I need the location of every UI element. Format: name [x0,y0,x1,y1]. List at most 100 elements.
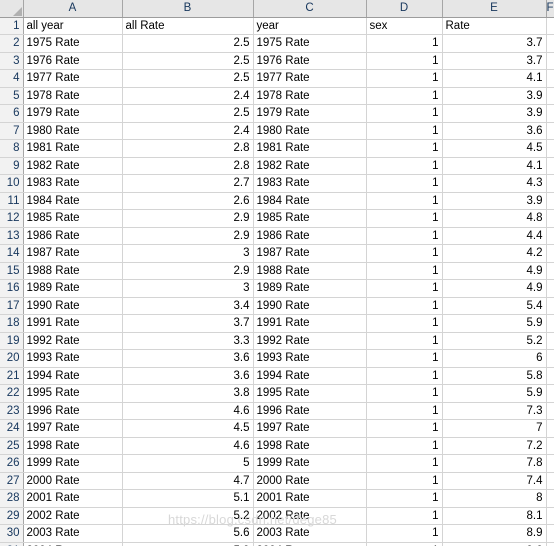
data-cell[interactable]: 1982 Rate [253,157,367,175]
empty-cell[interactable] [546,332,554,350]
data-cell[interactable]: 2003 Rate [253,524,367,543]
data-cell[interactable]: 6 [442,349,547,368]
empty-cell[interactable] [546,69,554,88]
row-header[interactable]: 11 [0,192,24,210]
row-header[interactable]: 19 [0,332,24,350]
column-header-a[interactable]: A [23,0,123,18]
row-header[interactable]: 16 [0,279,24,298]
spreadsheet-grid[interactable]: ABCDEF 1 all year all Rate year sex Rate 2 1975… [0,0,554,546]
data-cell[interactable]: 3.6 [442,122,547,140]
data-cell[interactable]: 1999 Rate [23,454,123,473]
data-cell[interactable]: 1 [366,314,443,333]
column-title-cell[interactable]: all Rate [122,17,254,35]
data-cell[interactable]: 1 [366,507,443,525]
data-cell[interactable]: 7.2 [442,437,547,455]
column-header-c[interactable]: C [253,0,367,18]
data-cell[interactable]: 2.5 [122,34,254,53]
data-cell[interactable]: 1 [366,472,443,490]
data-cell[interactable]: 1 [366,192,443,210]
data-cell[interactable]: 1981 Rate [23,139,123,158]
row-header[interactable]: 22 [0,384,24,403]
row-header[interactable]: 15 [0,262,24,280]
data-cell[interactable]: 5 [122,454,254,473]
data-cell[interactable]: 2.5 [122,69,254,88]
data-cell[interactable]: 1987 Rate [23,244,123,263]
data-cell[interactable]: 1976 Rate [253,52,367,70]
data-cell[interactable]: 1 [366,34,443,53]
data-cell[interactable]: 2.4 [122,87,254,105]
data-cell[interactable]: 4.7 [122,472,254,490]
data-cell[interactable]: 4.1 [442,69,547,88]
data-cell[interactable]: 1987 Rate [253,244,367,263]
data-cell[interactable]: 1 [366,367,443,385]
data-cell[interactable]: 1990 Rate [253,297,367,315]
data-cell[interactable]: 1977 Rate [23,69,123,88]
empty-cell[interactable] [546,349,554,368]
data-cell[interactable]: 3.6 [122,367,254,385]
empty-cell[interactable] [546,17,554,35]
empty-cell[interactable] [546,402,554,420]
row-header[interactable]: 17 [0,297,24,315]
empty-cell[interactable] [546,419,554,438]
data-cell[interactable]: 1 [366,157,443,175]
data-cell[interactable]: 2003 Rate [23,524,123,543]
data-cell[interactable]: 5.9 [442,314,547,333]
row-header[interactable]: 24 [0,419,24,438]
row-header[interactable]: 31 [0,542,24,546]
row-header[interactable]: 25 [0,437,24,455]
data-cell[interactable]: 1 [366,454,443,473]
data-cell[interactable]: 1983 Rate [23,174,123,193]
data-cell[interactable]: 2000 Rate [253,472,367,490]
data-cell[interactable]: 4.9 [442,262,547,280]
data-cell[interactable]: 1 [366,402,443,420]
empty-cell[interactable] [546,454,554,473]
data-cell[interactable]: 4.6 [122,402,254,420]
data-cell[interactable]: 1996 Rate [23,402,123,420]
data-cell[interactable]: 1985 Rate [253,209,367,228]
data-cell[interactable]: 3.9 [442,87,547,105]
data-cell[interactable]: 4.5 [122,419,254,438]
empty-cell[interactable] [546,139,554,158]
row-header[interactable]: 20 [0,349,24,368]
data-cell[interactable]: 5.9 [442,384,547,403]
data-cell[interactable]: 5.6 [122,524,254,543]
data-cell[interactable]: 8.9 [442,524,547,543]
row-header[interactable]: 14 [0,244,24,263]
data-cell[interactable]: 5.2 [442,332,547,350]
data-cell[interactable]: 4.8 [442,209,547,228]
data-cell[interactable]: 1975 Rate [253,34,367,53]
empty-cell[interactable] [546,52,554,70]
data-cell[interactable]: 1979 Rate [23,104,123,123]
data-cell[interactable]: 2.9 [122,227,254,245]
data-cell[interactable]: 7.3 [442,402,547,420]
empty-cell[interactable] [546,34,554,53]
data-cell[interactable]: 1996 Rate [253,402,367,420]
data-cell[interactable]: 4.1 [442,157,547,175]
data-cell[interactable]: 1 [366,524,443,543]
row-header[interactable]: 26 [0,454,24,473]
empty-cell[interactable] [546,122,554,140]
data-cell[interactable]: 1 [366,209,443,228]
data-cell[interactable]: 1 [366,69,443,88]
data-cell[interactable]: 1 [366,437,443,455]
data-cell[interactable]: 4.4 [442,227,547,245]
data-cell[interactable]: 2001 Rate [23,489,123,508]
row-header[interactable]: 10 [0,174,24,193]
column-header-f[interactable]: F [546,0,554,18]
row-header[interactable]: 2 [0,34,24,53]
data-cell[interactable]: 2002 Rate [23,507,123,525]
empty-cell[interactable] [546,489,554,508]
data-cell[interactable]: 1 [366,489,443,508]
data-cell[interactable]: 2.5 [122,52,254,70]
data-cell[interactable]: 1999 Rate [253,454,367,473]
data-cell[interactable]: 1984 Rate [253,192,367,210]
empty-cell[interactable] [546,262,554,280]
row-header[interactable]: 12 [0,209,24,228]
column-title-cell[interactable]: all year [23,17,123,35]
data-cell[interactable]: 3.4 [122,297,254,315]
data-cell[interactable]: 3.8 [122,384,254,403]
data-cell[interactable]: 1988 Rate [253,262,367,280]
data-cell[interactable]: 1 [366,419,443,438]
empty-cell[interactable] [546,87,554,105]
data-cell[interactable]: 5.1 [122,489,254,508]
